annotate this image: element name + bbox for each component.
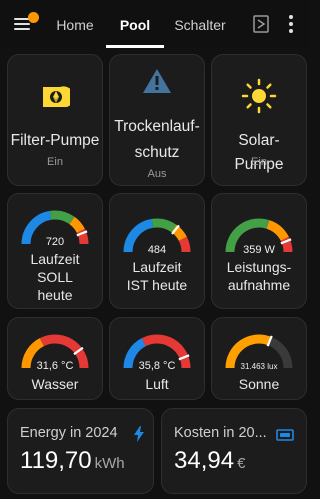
filter-pump-name: Filter-Pumpe <box>10 132 100 149</box>
water-gauge-card[interactable]: 31,6 °C Wasser <box>7 317 103 400</box>
dry-run-name-line1: Trockenlauf- <box>114 118 200 135</box>
gauge-segment <box>69 216 85 234</box>
power-label-1: Leistungs- <box>226 259 292 275</box>
costs-title: Kosten in 20... <box>174 425 267 441</box>
water-temp-gauge: 31,6 °C <box>21 334 89 372</box>
gauge-segment <box>266 220 289 242</box>
light-switch-icon[interactable] <box>253 15 269 33</box>
active-tab-indicator <box>106 45 164 48</box>
solar-pump-card[interactable]: Solar-Pumpe Ein <box>211 54 307 186</box>
water-label: Wasser <box>31 376 79 392</box>
runtime-actual-label-2: IST heute <box>126 277 188 293</box>
gauge-segment <box>151 218 177 233</box>
illuminance-gauge: 31.463 lux <box>225 334 293 371</box>
notification-badge <box>28 12 39 23</box>
filter-pump-state: Ein <box>47 156 63 168</box>
pump-icon <box>43 86 70 107</box>
solar-pump-state: Ein <box>251 156 267 168</box>
gauge-value: 35,8 °C <box>139 360 176 372</box>
top-app-bar: Home Pool Schalter <box>0 0 310 48</box>
power-gauge-card[interactable]: 359 W Leistungs- aufnahme <box>211 193 307 309</box>
solar-pump-name: Solar-Pumpe <box>234 132 284 173</box>
tab-home[interactable]: Home <box>48 0 102 48</box>
power-gauge: 359 W <box>225 218 293 256</box>
energy-card[interactable]: Energy in 2024 119,70 kWh <box>7 408 154 494</box>
menu-button[interactable] <box>12 12 39 34</box>
costs-unit: € <box>237 455 246 472</box>
dots-vertical-icon <box>289 15 293 19</box>
energy-value-row: 119,70 kWh <box>20 447 125 475</box>
overflow-menu-button[interactable] <box>283 13 299 35</box>
gauge-value: 31,6 °C <box>37 360 74 372</box>
gauge-value: 359 W <box>243 244 275 256</box>
energy-unit: kWh <box>94 455 125 472</box>
runtime-actual-gauge-card[interactable]: 484 Laufzeit IST heute <box>109 193 205 309</box>
costs-value: 34,94 <box>174 447 235 474</box>
runtime-actual-label-1: Laufzeit <box>132 259 182 275</box>
runtime-target-label-3: heute <box>37 287 73 303</box>
lightning-bolt-icon <box>134 426 144 442</box>
runtime-actual-gauge: 484 <box>123 218 191 256</box>
energy-title: Energy in 2024 <box>20 425 118 441</box>
air-label: Luft <box>145 376 169 392</box>
air-temp-gauge: 35,8 °C <box>123 334 191 372</box>
runtime-target-gauge: 720 <box>21 210 89 248</box>
filter-pump-card[interactable]: Filter-Pumpe Ein <box>7 54 103 186</box>
sun-label: Sonne <box>238 376 280 392</box>
sun-icon <box>241 78 277 114</box>
power-label-2: aufnahme <box>227 277 291 293</box>
gauge-value: 31.463 lux <box>241 362 278 371</box>
runtime-target-label-1: Laufzeit <box>30 251 80 267</box>
tab-schalter[interactable]: Schalter <box>168 0 232 48</box>
gauge-value: 720 <box>46 236 64 248</box>
gauge-segment <box>49 210 75 225</box>
runtime-target-label-2: SOLL <box>37 269 73 285</box>
cash-icon <box>276 429 294 441</box>
gauge-segment <box>178 236 191 253</box>
costs-value-row: 34,94 € <box>174 447 245 475</box>
costs-card[interactable]: Kosten in 20... 34,94 € <box>161 408 307 494</box>
dry-run-name-line2: schutz <box>134 144 180 161</box>
tab-pool[interactable]: Pool <box>106 0 164 48</box>
gauge-value: 484 <box>148 244 166 256</box>
air-gauge-card[interactable]: 35,8 °C Luft <box>109 317 205 400</box>
dry-run-protection-card[interactable]: Trockenlauf- schutz Aus <box>109 54 205 186</box>
runtime-target-gauge-card[interactable]: 720 Laufzeit SOLL heute <box>7 193 103 309</box>
dry-run-state: Aus <box>147 168 167 180</box>
energy-value: 119,70 <box>20 447 92 474</box>
alert-icon <box>143 69 171 93</box>
sun-gauge-card[interactable]: 31.463 lux Sonne <box>211 317 307 400</box>
